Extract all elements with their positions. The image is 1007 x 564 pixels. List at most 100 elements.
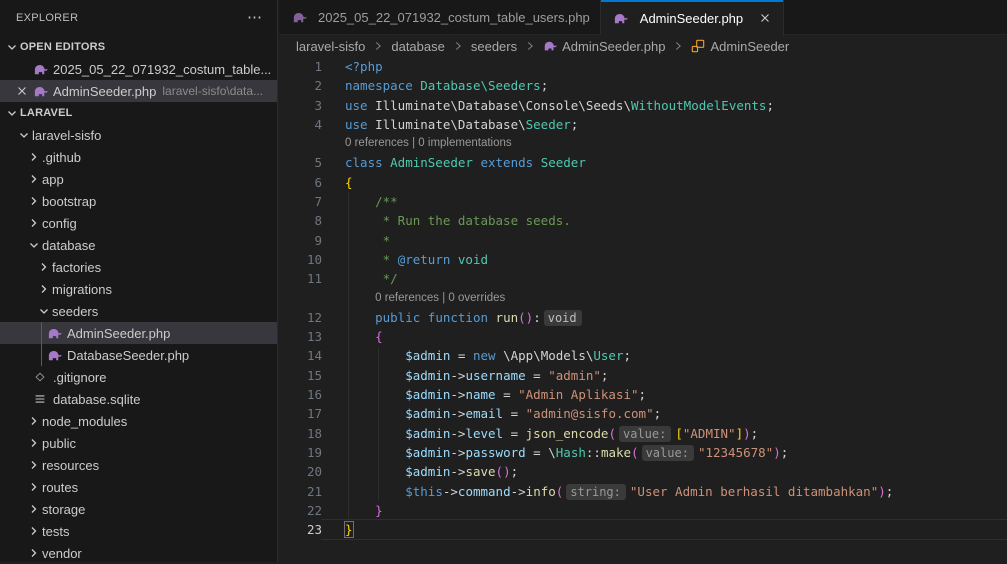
- code-line-content[interactable]: use Illuminate\Database\Seeder;: [322, 115, 1007, 134]
- line-number[interactable]: 13: [279, 327, 322, 346]
- code-token: [345, 310, 375, 325]
- tree-item-routes[interactable]: routes: [0, 476, 277, 498]
- breadcrumb-item[interactable]: seeders: [471, 39, 517, 54]
- tree-item--github[interactable]: .github: [0, 146, 277, 168]
- breadcrumb-item[interactable]: laravel-sisfo: [296, 39, 365, 54]
- breadcrumb-item[interactable]: database: [391, 39, 445, 54]
- more-actions-icon[interactable]: ⋯: [247, 13, 263, 23]
- code-line: 16 $admin->name = "Admin Aplikasi";: [279, 385, 1007, 404]
- code-line-content[interactable]: */: [322, 269, 1007, 288]
- tree-item-app[interactable]: app: [0, 168, 277, 190]
- tab-costum-table-users[interactable]: 2025_05_22_071932_costum_table_users.php: [279, 0, 601, 34]
- line-number[interactable]: 4: [279, 115, 322, 134]
- code-line-content[interactable]: $admin->save();: [322, 462, 1007, 481]
- line-number[interactable]: 23: [279, 520, 322, 539]
- code-line-content[interactable]: {: [322, 173, 1007, 192]
- tree-item-public[interactable]: public: [0, 432, 277, 454]
- line-number[interactable]: 10: [279, 250, 322, 269]
- tree-item-label: routes: [42, 480, 78, 495]
- open-editor-item[interactable]: AdminSeeder.phplaravel-sisfo\data...: [0, 80, 277, 102]
- tree-item-tests[interactable]: tests: [0, 520, 277, 542]
- line-number[interactable]: 6: [279, 173, 322, 192]
- line-number[interactable]: 5: [279, 153, 322, 172]
- line-number[interactable]: 11: [279, 269, 322, 288]
- code-line-content[interactable]: $admin->name = "Admin Aplikasi";: [322, 385, 1007, 404]
- tree-item-database[interactable]: database: [0, 234, 277, 256]
- code-line-content[interactable]: $admin->username = "admin";: [322, 366, 1007, 385]
- tree-item-config[interactable]: config: [0, 212, 277, 234]
- line-number[interactable]: 7: [279, 192, 322, 211]
- code-line: 12 public function run():void: [279, 308, 1007, 327]
- code-line-content[interactable]: use Illuminate\Database\Console\Seeds\Wi…: [322, 96, 1007, 115]
- codelens-row: 0 references | 0 overrides: [279, 289, 1007, 308]
- code-token: [: [675, 426, 683, 441]
- close-icon[interactable]: [757, 10, 773, 26]
- codelens-link[interactable]: 0 references | 0 implementations: [322, 134, 1007, 153]
- chevron-right-icon: [671, 39, 685, 53]
- tree-item-resources[interactable]: resources: [0, 454, 277, 476]
- file-label: AdminSeeder.php: [53, 84, 156, 99]
- line-number[interactable]: 21: [279, 482, 322, 501]
- tab-admin-seeder[interactable]: AdminSeeder.php: [601, 0, 784, 36]
- line-number[interactable]: 16: [279, 385, 322, 404]
- line-number[interactable]: 2: [279, 76, 322, 95]
- code-line-content[interactable]: * Run the database seeds.: [322, 211, 1007, 230]
- tab-label: 2025_05_22_071932_costum_table_users.php: [318, 10, 590, 25]
- tree-item-database-sqlite[interactable]: database.sqlite: [0, 388, 277, 410]
- code-line-content[interactable]: }: [322, 520, 1007, 539]
- line-number[interactable]: 17: [279, 404, 322, 423]
- close-icon[interactable]: [12, 84, 32, 98]
- code-line-content[interactable]: public function run():void: [322, 308, 1007, 327]
- chevron-down-icon: [36, 303, 52, 319]
- line-number[interactable]: 9: [279, 231, 322, 250]
- code-token: {: [375, 329, 383, 344]
- code-line-content[interactable]: $admin->password = \Hash::make(value:"12…: [322, 443, 1007, 462]
- code-line-content[interactable]: $admin->email = "admin@sisfo.com";: [322, 404, 1007, 423]
- tree-item-seeders[interactable]: seeders: [0, 300, 277, 322]
- line-number[interactable]: 22: [279, 501, 322, 520]
- line-number[interactable]: 1: [279, 57, 322, 76]
- tree-item-vendor[interactable]: vendor: [0, 542, 277, 564]
- tree-item-label: database: [42, 238, 96, 253]
- code-token: ;: [639, 387, 647, 402]
- line-number[interactable]: 8: [279, 211, 322, 230]
- tree-item-bootstrap[interactable]: bootstrap: [0, 190, 277, 212]
- code-line-content[interactable]: $this->command->info(string:"User Admin …: [322, 482, 1007, 501]
- section-open-editors[interactable]: OPEN EDITORS: [0, 36, 277, 58]
- tree-item-label: bootstrap: [42, 194, 96, 209]
- codelens-link[interactable]: 0 references | 0 overrides: [322, 289, 1007, 308]
- code-line-content[interactable]: }: [322, 501, 1007, 520]
- line-number[interactable]: 18: [279, 424, 322, 443]
- code-line-content[interactable]: *: [322, 231, 1007, 250]
- code-token: [345, 426, 405, 441]
- code-line-content[interactable]: /**: [322, 192, 1007, 211]
- line-number[interactable]: 15: [279, 366, 322, 385]
- tree-item-migrations[interactable]: migrations: [0, 278, 277, 300]
- tree-item-node-modules[interactable]: node_modules: [0, 410, 277, 432]
- code-line-content[interactable]: {: [322, 327, 1007, 346]
- inlay-hint: value:: [619, 426, 671, 442]
- code-token: <?php: [345, 59, 383, 74]
- code-line-content[interactable]: $admin->level = json_encode(value:["ADMI…: [322, 424, 1007, 443]
- section-workspace[interactable]: LARAVEL: [0, 102, 277, 124]
- tree-item--gitignore[interactable]: .gitignore: [0, 366, 277, 388]
- code-editor[interactable]: 1 <?php 2namespace Database\Seeders;3use I…: [279, 57, 1007, 562]
- code-line-content[interactable]: namespace Database\Seeders;: [322, 76, 1007, 95]
- code-line-content[interactable]: * @return void: [322, 250, 1007, 269]
- line-number[interactable]: 19: [279, 443, 322, 462]
- line-number[interactable]: 14: [279, 346, 322, 365]
- code-line-content[interactable]: class AdminSeeder extends Seeder: [322, 153, 1007, 172]
- tree-item-laravel-sisfo[interactable]: laravel-sisfo: [0, 124, 277, 146]
- code-line-content[interactable]: <?php: [322, 57, 1007, 76]
- line-number[interactable]: 20: [279, 462, 322, 481]
- tree-item-factories[interactable]: factories: [0, 256, 277, 278]
- breadcrumb-item[interactable]: AdminSeeder.php: [543, 39, 665, 54]
- tree-item-storage[interactable]: storage: [0, 498, 277, 520]
- line-number[interactable]: 12: [279, 308, 322, 327]
- code-token: json_encode: [526, 426, 609, 441]
- code-line-content[interactable]: $admin = new \App\Models\User;: [322, 346, 1007, 365]
- open-editor-item[interactable]: 2025_05_22_071932_costum_table...: [0, 58, 277, 80]
- code-token: User: [593, 348, 623, 363]
- breadcrumb-item[interactable]: AdminSeeder: [691, 39, 789, 54]
- line-number[interactable]: 3: [279, 96, 322, 115]
